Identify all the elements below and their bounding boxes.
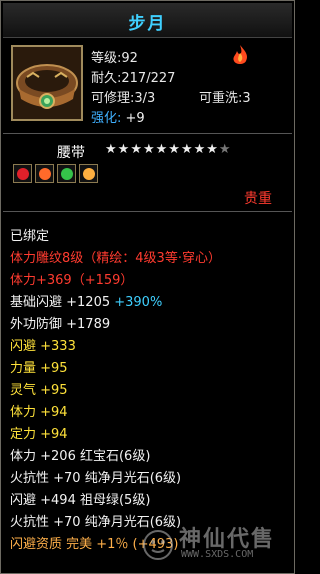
- title-bar: 步月: [3, 3, 292, 38]
- gem-slots: [13, 164, 98, 183]
- item-header: 等级:92 耐久:217/227 可修理:3/3 可重洗:3 强化: +9: [3, 39, 292, 132]
- item-icon: [11, 45, 83, 121]
- stat-line: 体力 +94: [10, 405, 68, 420]
- watermark: 神仙代售 WWW.SXDS.COM: [141, 521, 291, 567]
- slot-section: 腰带 ★★★★★★★★★★ 贵重: [3, 134, 292, 210]
- item-name: 步月: [128, 14, 167, 34]
- item-repairable: 可修理:3/3: [91, 91, 156, 106]
- item-level: 等级:92: [91, 51, 138, 66]
- gem-slot[interactable]: [35, 164, 54, 183]
- fire-gem-icon: [38, 167, 51, 180]
- flame-icon: [233, 45, 248, 64]
- star-icon: ★: [206, 142, 219, 157]
- gem-line: 火抗性 +70 纯净月光石(6级): [10, 471, 182, 486]
- moon-gem-icon: [82, 167, 95, 180]
- quality-label: 贵重: [244, 191, 272, 207]
- belt-icon: [13, 47, 81, 119]
- enhance-label: 强化:: [91, 111, 122, 126]
- divider: [3, 211, 292, 212]
- star-icon: ★: [155, 142, 169, 157]
- stat-text: 基础闪避 +1205: [10, 295, 115, 310]
- gem-slot[interactable]: [57, 164, 76, 183]
- stat-line: 外功防御 +1789: [10, 317, 111, 332]
- mascot-icon: [143, 530, 173, 560]
- gem-slot[interactable]: [79, 164, 98, 183]
- item-tooltip: 步月 等级:92 耐久:217/227 可修理:3/3 可重洗:3 强化: +9: [0, 0, 295, 574]
- star-icon: ★: [193, 142, 207, 157]
- star-icon: ★: [180, 142, 194, 157]
- item-rewashable: 可重洗:3: [199, 91, 251, 106]
- carving-line: 体力雕纹8级（精绘：4级3等·穿心）: [10, 251, 221, 266]
- enhance-value: +9: [125, 111, 145, 126]
- star-icon: ★: [218, 142, 232, 157]
- stat-bonus: +390%: [114, 295, 163, 310]
- item-enhance: 强化: +9: [91, 107, 145, 126]
- item-durability: 耐久:217/227: [91, 71, 176, 86]
- slot-label: 腰带: [57, 145, 85, 161]
- star-icon: ★: [117, 142, 131, 157]
- stat-line: 基础闪避 +1205 +390%: [10, 291, 162, 310]
- stat-line: 灵气 +95: [10, 383, 68, 398]
- bound-status: 已绑定: [10, 229, 50, 244]
- gem-line: 体力 +206 红宝石(6级): [10, 449, 151, 464]
- stat-line: 闪避 +333: [10, 339, 76, 354]
- star-icon: ★: [130, 142, 143, 157]
- star-icon: ★: [105, 142, 118, 157]
- green-gem-icon: [60, 167, 73, 180]
- red-gem-icon: [16, 167, 29, 180]
- stat-line: 体力+369（+159）: [10, 273, 134, 288]
- star-rating: ★★★★★★★★★★: [105, 142, 232, 157]
- stat-line: 力量 +95: [10, 361, 68, 376]
- watermark-url: WWW.SXDS.COM: [181, 549, 254, 560]
- gem-slot[interactable]: [13, 164, 32, 183]
- star-icon: ★: [142, 142, 156, 157]
- star-icon: ★: [168, 142, 181, 157]
- gem-line: 闪避 +494 祖母绿(5级): [10, 493, 151, 508]
- stat-line: 定力 +94: [10, 427, 68, 442]
